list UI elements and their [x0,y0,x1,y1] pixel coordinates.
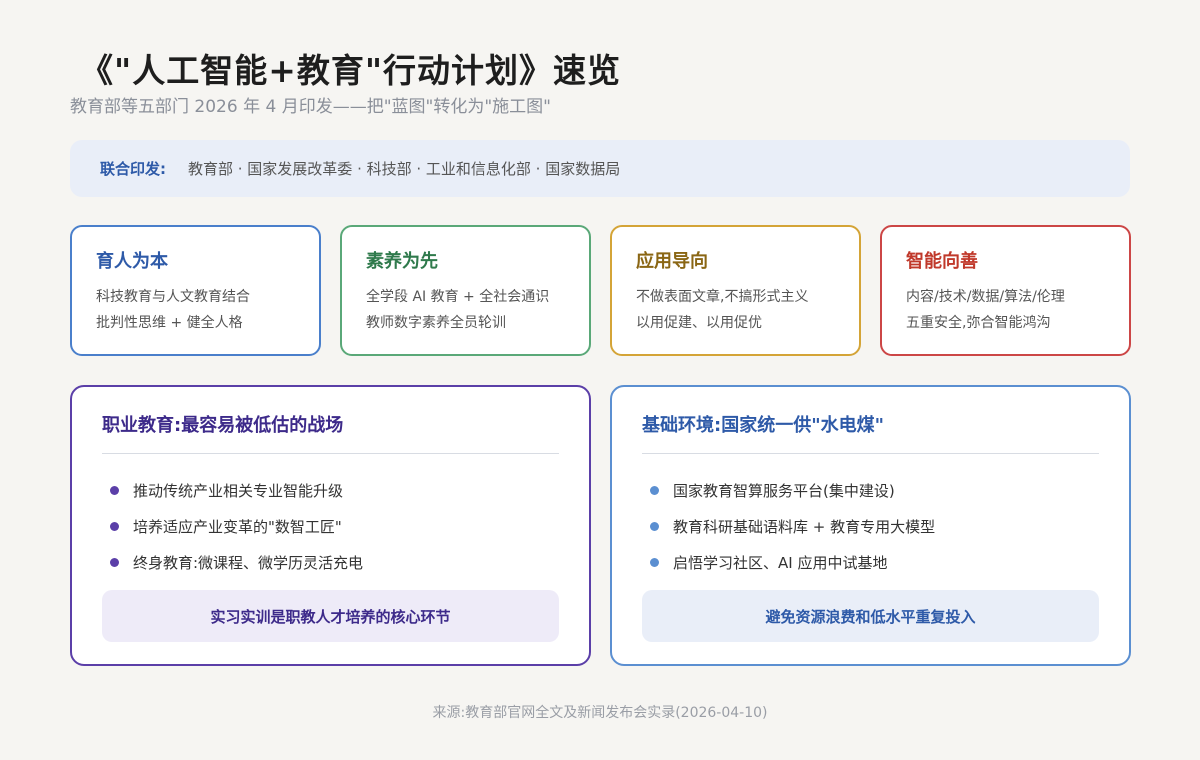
principle-line: 内容/技术/数据/算法/伦理 [906,289,1065,305]
list-item-text: 终身教育:微课程、微学历灵活充电 [133,553,364,572]
list-item-text: 培养适应产业变革的"数智工匠" [133,517,342,536]
list-item: 国家教育智算服务平台(集中建设) [642,472,1099,508]
principle-line: 全学段 AI 教育 + 全社会通识 [366,289,550,305]
principle-line: 不做表面文章,不搞形式主义 [636,289,809,305]
page-title: 《"人工智能+教育"行动计划》速览 [80,51,622,90]
list-item: 终身教育:微课程、微学历灵活充电 [102,544,559,580]
divider [102,453,559,454]
principle-card-ai-for-good: 智能向善 内容/技术/数据/算法/伦理 五重安全,弥合智能鸿沟 [880,225,1131,356]
vocational-note: 实习实训是职教人才培养的核心环节 [102,590,559,642]
joint-issue-label: 联合印发: [100,160,166,178]
bullet-dot-icon [110,557,119,567]
bullet-dot-icon [650,521,659,531]
page: 《"人工智能+教育"行动计划》速览 教育部等五部门 2026 年 4 月印发——… [0,0,1200,760]
bullet-dot-icon [650,557,659,567]
list-item: 教育科研基础语料库 + 教育专用大模型 [642,508,1099,544]
principle-title: 应用导向 [636,251,708,272]
principle-line: 教师数字素养全员轮训 [366,315,506,331]
principle-line: 科技教育与人文教育结合 [96,289,250,305]
list-item-text: 教育科研基础语料库 + 教育专用大模型 [673,517,936,536]
vocational-title: 职业教育:最容易被低估的战场 [102,415,344,436]
list-item-text: 推动传统产业相关专业智能升级 [133,481,344,500]
list-item: 启悟学习社区、AI 应用中试基地 [642,544,1099,580]
joint-issue-departments: 教育部 · 国家发展改革委 · 科技部 · 工业和信息化部 · 国家数据局 [188,160,621,178]
principle-line: 五重安全,弥合智能鸿沟 [906,315,1051,331]
principle-card-people-first: 育人为本 科技教育与人文教育结合 批判性思维 + 健全人格 [70,225,321,356]
principle-title: 育人为本 [96,251,168,272]
principle-card-literacy-first: 素养为先 全学段 AI 教育 + 全社会通识 教师数字素养全员轮训 [340,225,591,356]
divider [642,453,1099,454]
list-item-text: 启悟学习社区、AI 应用中试基地 [673,553,888,572]
principle-line: 批判性思维 + 健全人格 [96,315,243,331]
bullet-dot-icon [650,485,659,495]
principle-title: 素养为先 [366,251,438,272]
list-item: 推动传统产业相关专业智能升级 [102,472,559,508]
infrastructure-note: 避免资源浪费和低水平重复投入 [642,590,1099,642]
principle-line: 以用促建、以用促优 [636,315,762,331]
infrastructure-card: 基础环境:国家统一供"水电煤" 国家教育智算服务平台(集中建设) 教育科研基础语… [610,385,1131,666]
page-subtitle: 教育部等五部门 2026 年 4 月印发——把"蓝图"转化为"施工图" [70,97,551,117]
principle-card-application-oriented: 应用导向 不做表面文章,不搞形式主义 以用促建、以用促优 [610,225,861,356]
infrastructure-title: 基础环境:国家统一供"水电煤" [642,415,884,436]
principle-title: 智能向善 [906,251,978,272]
vocational-list: 推动传统产业相关专业智能升级 培养适应产业变革的"数智工匠" 终身教育:微课程、… [102,472,559,580]
vocational-education-card: 职业教育:最容易被低估的战场 推动传统产业相关专业智能升级 培养适应产业变革的"… [70,385,591,666]
source-footnote: 来源:教育部官网全文及新闻发布会实录(2026-04-10) [432,705,768,721]
joint-issue-bar: 联合印发: 教育部 · 国家发展改革委 · 科技部 · 工业和信息化部 · 国家… [70,140,1130,197]
list-item-text: 国家教育智算服务平台(集中建设) [673,481,895,500]
bullet-dot-icon [110,485,119,495]
bullet-dot-icon [110,521,119,531]
infrastructure-list: 国家教育智算服务平台(集中建设) 教育科研基础语料库 + 教育专用大模型 启悟学… [642,472,1099,580]
list-item: 培养适应产业变革的"数智工匠" [102,508,559,544]
